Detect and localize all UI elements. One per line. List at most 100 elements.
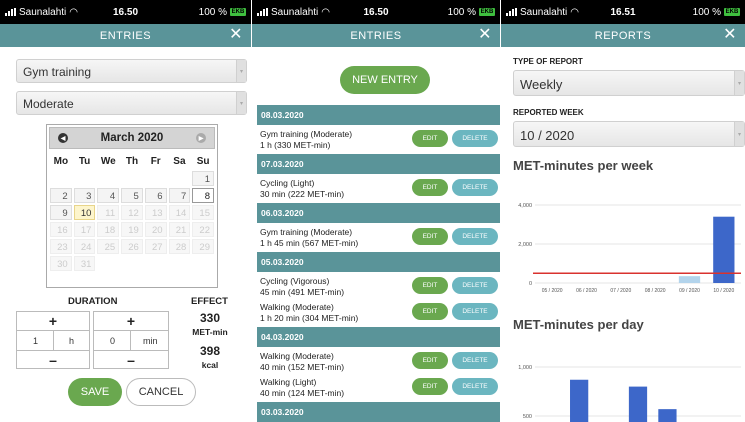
calendar-day: 14 xyxy=(168,205,191,220)
calendar-day[interactable]: 3 xyxy=(73,188,96,203)
calendar-day: 26 xyxy=(121,239,143,254)
close-icon[interactable]: ✕ xyxy=(478,27,492,43)
battery-percent: 100 % xyxy=(447,6,476,18)
edit-button[interactable]: EDIT xyxy=(412,303,448,320)
title-bar: ENTRIES ✕ xyxy=(0,24,251,47)
report-type-select[interactable]: Weekly ▾ xyxy=(513,70,745,96)
chevron-down-icon: ▾ xyxy=(236,92,246,114)
calendar-day[interactable]: 9 xyxy=(50,205,72,220)
calendar-day[interactable]: 8 xyxy=(192,188,214,203)
weekday-label: Mo xyxy=(53,156,69,167)
report-type-value: Weekly xyxy=(520,77,563,92)
battery-percent: 100 % xyxy=(198,6,227,18)
y-tick-label: 500 xyxy=(523,414,532,420)
delete-button[interactable]: DELETE xyxy=(452,277,498,294)
reported-week-value: 10 / 2020 xyxy=(520,128,575,143)
met-value: 330 xyxy=(199,311,221,325)
calendar-day: 27 xyxy=(144,239,167,254)
calendar-day[interactable]: 1 xyxy=(192,171,214,186)
calendar-day[interactable]: 5 xyxy=(121,188,143,203)
delete-button[interactable]: DELETE xyxy=(452,179,498,196)
delete-button[interactable]: DELETE xyxy=(452,303,498,320)
weekday-label: Su xyxy=(196,156,210,167)
entry-detail: 45 min (491 MET-min) xyxy=(260,286,345,297)
edit-button[interactable]: EDIT xyxy=(412,378,448,395)
minutes-plus-button[interactable]: + xyxy=(93,311,169,330)
cancel-button[interactable]: CANCEL xyxy=(126,378,196,406)
date-header: 06.03.2020 xyxy=(257,203,500,223)
new-entry-button[interactable]: NEW ENTRY xyxy=(340,66,430,94)
entry-name: Gym training (Moderate) xyxy=(260,227,353,237)
calendar-day[interactable]: 7 xyxy=(168,188,191,203)
edit-button[interactable]: EDIT xyxy=(412,352,448,369)
intensity-select-value: Moderate xyxy=(23,97,74,111)
calendar-day: 24 xyxy=(73,239,96,254)
next-month-icon[interactable]: ▶ xyxy=(196,133,206,143)
calendar-day[interactable]: 10 xyxy=(73,205,96,220)
date-header: 04.03.2020 xyxy=(257,327,500,347)
carrier: Saunalahti ◠ xyxy=(506,7,579,18)
bar[interactable] xyxy=(570,379,589,422)
edit-button[interactable]: EDIT xyxy=(412,228,448,245)
calendar-day[interactable]: 4 xyxy=(97,188,120,203)
calendar-days: 1 2 3 4 5 6 7 8 9 10 11 12 13 14 15 16 17 18 19 20 21 22 23 24 2… xyxy=(47,171,217,271)
calendar-day[interactable]: 6 xyxy=(144,188,167,203)
status-bar: Saunalahti ◠ 16.50 100 % EKB xyxy=(252,0,500,24)
daily-chart-title: MET-minutes per day xyxy=(513,317,644,332)
calendar-day: 22 xyxy=(192,222,214,237)
date-header: 03.03.2020 xyxy=(257,402,500,422)
hours-minus-button[interactable]: – xyxy=(16,350,90,369)
calendar-day: 29 xyxy=(192,239,214,254)
entry-detail: 1 h 45 min (567 MET-min) xyxy=(260,237,359,248)
activity-select-value: Gym training xyxy=(23,65,92,79)
intensity-select[interactable]: Moderate ▾ xyxy=(16,91,247,115)
reported-week-select[interactable]: 10 / 2020 ▾ xyxy=(513,121,745,147)
close-icon[interactable]: ✕ xyxy=(229,27,243,43)
edit-button[interactable]: EDIT xyxy=(412,130,448,147)
report-type-label: TYPE OF REPORT xyxy=(513,57,583,66)
entry-name: Gym training (Moderate) xyxy=(260,129,353,139)
bar[interactable] xyxy=(658,409,677,422)
hours-plus-button[interactable]: + xyxy=(16,311,90,330)
carrier-name: Saunalahti xyxy=(271,6,319,18)
close-icon[interactable]: ✕ xyxy=(723,27,737,43)
bar[interactable] xyxy=(628,386,648,422)
page-title: REPORTS xyxy=(594,29,652,42)
effect-label: EFFECT xyxy=(191,296,228,307)
entry-detail: 40 min (124 MET-min) xyxy=(260,387,345,398)
calendar-day: 25 xyxy=(97,239,120,254)
calendar-blank xyxy=(145,171,167,186)
calendar-day[interactable]: 2 xyxy=(50,188,72,203)
list-item: Walking (Light) 40 min (124 MET-min) xyxy=(260,377,410,398)
y-tick-label: 1,000 xyxy=(518,365,532,371)
edit-button[interactable]: EDIT xyxy=(412,277,448,294)
delete-button[interactable]: DELETE xyxy=(452,130,498,147)
save-button[interactable]: SAVE xyxy=(68,378,122,406)
delete-button[interactable]: DELETE xyxy=(452,378,498,395)
delete-button[interactable]: DELETE xyxy=(452,352,498,369)
entry-name: Walking (Moderate) xyxy=(260,302,334,312)
x-tick-label: 10 / 2020 xyxy=(713,288,734,294)
calendar-day: 16 xyxy=(50,222,72,237)
bar[interactable] xyxy=(678,276,701,283)
carrier-name: Saunalahti xyxy=(520,6,568,18)
x-tick-label: 07 / 2020 xyxy=(610,288,631,294)
carrier: Saunalahti ◠ xyxy=(257,7,330,18)
entry-name: Cycling (Vigorous) xyxy=(260,276,330,286)
calendar-header: ◀ March 2020 ▶ xyxy=(49,127,215,149)
delete-button[interactable]: DELETE xyxy=(452,228,498,245)
kcal-unit: kcal xyxy=(201,360,219,370)
hours-value[interactable]: 1 xyxy=(33,336,38,346)
x-tick-label: 05 / 2020 xyxy=(542,288,563,294)
activity-select[interactable]: Gym training ▾ xyxy=(16,59,247,83)
weekday-row: Mo Tu We Th Fr Sa Su xyxy=(47,151,217,171)
entry-detail: 30 min (222 MET-min) xyxy=(260,188,345,199)
minutes-value[interactable]: 0 xyxy=(110,336,115,346)
reported-week-label: REPORTED WEEK xyxy=(513,108,584,117)
weekly-chart-title: MET-minutes per week xyxy=(513,158,654,173)
signal-icon xyxy=(506,8,517,16)
edit-button[interactable]: EDIT xyxy=(412,179,448,196)
x-tick-label: 06 / 2020 xyxy=(576,288,597,294)
minutes-minus-button[interactable]: – xyxy=(93,350,169,369)
prev-month-icon[interactable]: ◀ xyxy=(58,133,68,143)
